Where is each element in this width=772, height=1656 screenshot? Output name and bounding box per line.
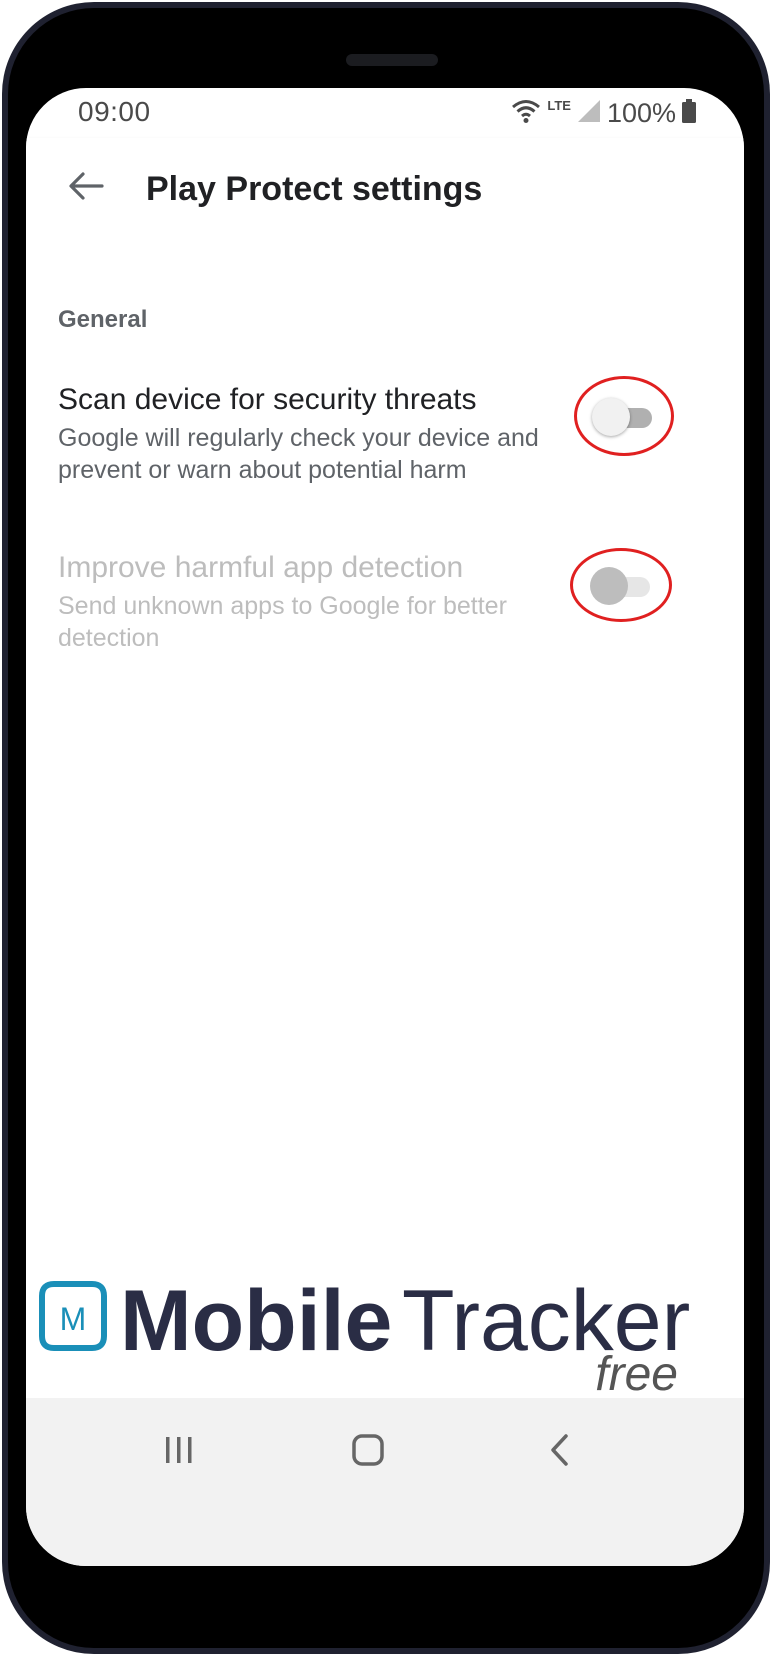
- pref-title: Improve harmful app detection: [58, 551, 464, 584]
- status-time: 09:00: [78, 96, 151, 127]
- status-bar: 09:00 LTE 100%: [26, 88, 744, 138]
- home-button[interactable]: [328, 1422, 408, 1482]
- device-screen: 09:00 LTE 100% Play Protect settings Gen…: [26, 88, 744, 1566]
- home-icon: [351, 1433, 385, 1472]
- back-nav-button[interactable]: [520, 1422, 600, 1482]
- pref-title: Scan device for security threats: [58, 383, 477, 416]
- recents-icon: [163, 1434, 195, 1471]
- navigation-bar: [26, 1398, 744, 1566]
- highlight-ring: [570, 548, 672, 622]
- app-bar: Play Protect settings: [26, 138, 744, 256]
- network-type-label: LTE: [547, 98, 571, 113]
- pref-summary: Send unknown apps to Google for better d…: [58, 592, 507, 652]
- signal-icon: [577, 99, 601, 128]
- wifi-icon: [511, 98, 541, 129]
- logo-letter: M: [60, 1301, 87, 1337]
- mobile-tracker-logo-icon: M: [39, 1281, 107, 1351]
- recents-button[interactable]: [139, 1422, 219, 1482]
- pref-improve-detection: Improve harmful app detection Send unkno…: [58, 550, 598, 654]
- arrow-back-icon: [68, 171, 104, 206]
- chevron-left-icon: [548, 1433, 572, 1472]
- highlight-ring: [574, 376, 674, 456]
- back-button[interactable]: [58, 160, 114, 216]
- section-header-general: General: [58, 306, 148, 333]
- settings-list: General Scan device for security threats…: [26, 256, 744, 1316]
- battery-percent: 100%: [606, 98, 676, 128]
- brand-tagline: free: [595, 1348, 678, 1398]
- battery-icon: [682, 99, 696, 128]
- pref-summary: Google will regularly check your device …: [58, 424, 539, 484]
- pref-scan-device[interactable]: Scan device for security threats Google …: [58, 382, 598, 486]
- earpiece-speaker: [346, 54, 438, 66]
- status-icons: LTE 100%: [511, 98, 696, 129]
- brand-bold-text: Mobile: [120, 1273, 392, 1369]
- mobile-tracker-watermark: M Mobile Tracker free: [26, 1268, 744, 1401]
- page-title: Play Protect settings: [146, 170, 483, 208]
